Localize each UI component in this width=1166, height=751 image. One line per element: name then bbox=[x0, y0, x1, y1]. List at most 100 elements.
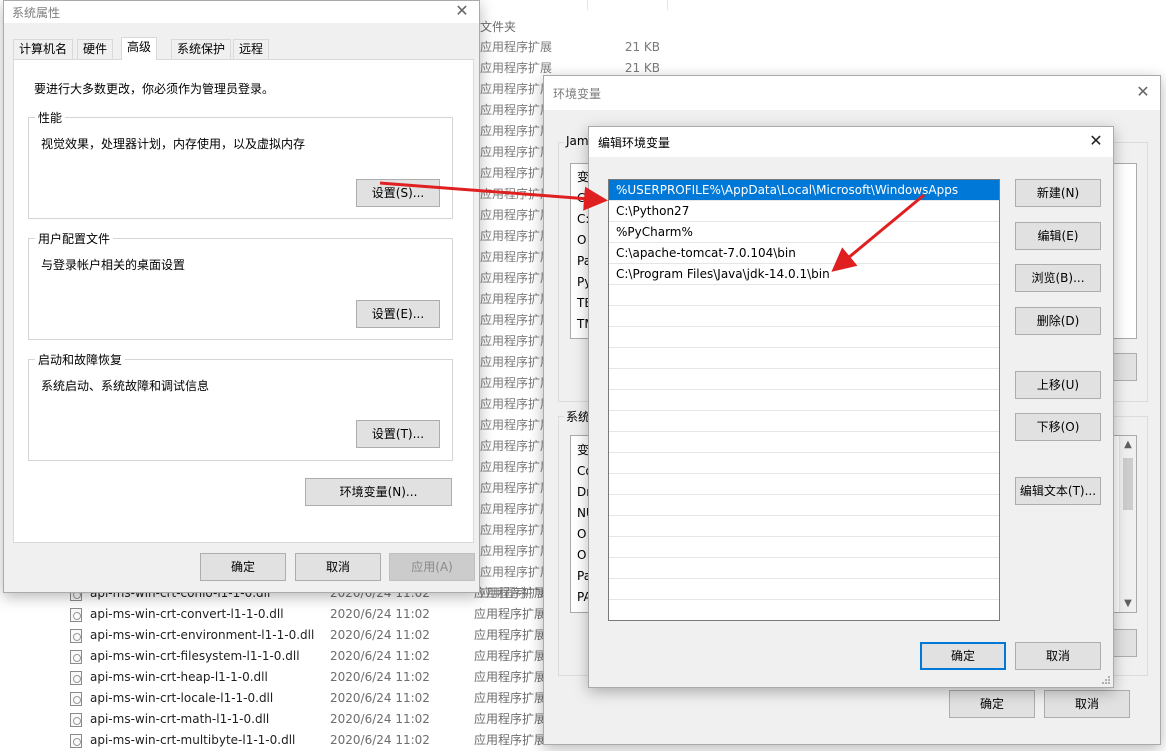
file-name: api-ms-win-crt-filesystem-l1-1-0.dll bbox=[90, 649, 300, 663]
tab-hardware[interactable]: 硬件 bbox=[77, 39, 114, 60]
environment-variables-button[interactable]: 环境变量(N)... bbox=[305, 478, 452, 506]
tab-advanced[interactable]: 高级 bbox=[121, 37, 158, 60]
file-name: api-ms-win-crt-math-l1-1-0.dll bbox=[90, 712, 270, 726]
file-date: 2020/6/24 11:02 bbox=[330, 712, 430, 726]
system-properties-window: 系统属性 ✕ 计算机名 硬件 高级 系统保护 远程 要进行大多数更改，你必须作为… bbox=[3, 0, 480, 593]
empty-path-row[interactable] bbox=[609, 348, 999, 369]
edit-button[interactable]: 编辑(E) bbox=[1015, 222, 1101, 250]
cancel-button[interactable]: 取消 bbox=[295, 553, 381, 581]
path-entry[interactable]: C:\Python27 bbox=[609, 201, 999, 222]
empty-path-row[interactable] bbox=[609, 600, 999, 620]
cancel-button[interactable]: 取消 bbox=[1015, 642, 1101, 670]
new-button[interactable]: 新建(N) bbox=[1015, 179, 1101, 207]
system-vars-scrollbar[interactable]: ▲ ▼ bbox=[1119, 436, 1136, 612]
empty-path-row[interactable] bbox=[609, 516, 999, 537]
ok-button[interactable]: 确定 bbox=[200, 553, 286, 581]
performance-settings-button[interactable]: 设置(S)... bbox=[356, 179, 440, 207]
resize-grip-icon[interactable] bbox=[1101, 675, 1111, 685]
variable-name-cell[interactable]: O bbox=[577, 545, 586, 566]
browse-button[interactable]: 浏览(B)... bbox=[1015, 264, 1101, 292]
folder-type-cell: 文件夹 bbox=[480, 20, 517, 34]
group-description: 视觉效果，处理器计划，内存使用，以及虚拟内存 bbox=[41, 137, 306, 151]
file-name: api-ms-win-crt-locale-l1-1-0.dll bbox=[90, 691, 274, 705]
path-entry-text: C:\Python27 bbox=[616, 204, 690, 218]
type-cell: 应用程序扩展 bbox=[480, 145, 553, 159]
dll-file-icon bbox=[70, 692, 82, 706]
startup-recovery-settings-button[interactable]: 设置(T)... bbox=[356, 420, 440, 448]
dll-file-icon bbox=[70, 629, 82, 643]
empty-path-row[interactable] bbox=[609, 579, 999, 600]
empty-path-row[interactable] bbox=[609, 495, 999, 516]
scroll-thumb[interactable] bbox=[1123, 458, 1133, 510]
apply-button[interactable]: 应用(A) bbox=[389, 553, 475, 581]
path-entries-list[interactable]: %USERPROFILE%\AppData\Local\Microsoft\Wi… bbox=[608, 179, 1000, 621]
file-name: api-ms-win-crt-heap-l1-1-0.dll bbox=[90, 670, 268, 684]
path-entry-text: %PyCharm% bbox=[616, 225, 693, 239]
ok-button[interactable]: 确定 bbox=[949, 690, 1035, 718]
empty-path-row[interactable] bbox=[609, 474, 999, 495]
empty-path-row[interactable] bbox=[609, 390, 999, 411]
type-cell: 应用程序扩展 bbox=[480, 523, 553, 537]
column-divider bbox=[587, 0, 588, 10]
empty-path-row[interactable] bbox=[609, 369, 999, 390]
scroll-down-icon[interactable]: ▼ bbox=[1120, 595, 1136, 612]
empty-path-row[interactable] bbox=[609, 453, 999, 474]
file-date: 2020/6/24 11:02 bbox=[330, 733, 430, 747]
empty-path-row[interactable] bbox=[609, 285, 999, 306]
path-entry-text: C:\apache-tomcat-7.0.104\bin bbox=[616, 246, 796, 260]
type-cell: 应用程序扩展 bbox=[480, 355, 553, 369]
tab-computer-name[interactable]: 计算机名 bbox=[13, 39, 74, 60]
edit-text-button[interactable]: 编辑文本(T)... bbox=[1015, 477, 1101, 505]
file-name: api-ms-win-crt-environment-l1-1-0.dll bbox=[90, 628, 315, 642]
type-cell: 应用程序扩展 bbox=[480, 292, 553, 306]
type-cell: 应用程序扩展 bbox=[480, 208, 553, 222]
variable-name-cell[interactable]: O bbox=[577, 524, 586, 545]
edit-environment-variable-window: 编辑环境变量 ✕ %USERPROFILE%\AppData\Local\Mic… bbox=[588, 126, 1114, 688]
type-cell: 应用程序扩展 bbox=[480, 313, 553, 327]
delete-button[interactable]: 删除(D) bbox=[1015, 307, 1101, 335]
empty-path-row[interactable] bbox=[609, 537, 999, 558]
close-icon[interactable]: ✕ bbox=[449, 0, 475, 25]
type-cell: 应用程序扩展 bbox=[480, 103, 553, 117]
size-cell: 21 KB bbox=[624, 40, 660, 54]
path-entry[interactable]: %PyCharm% bbox=[609, 222, 999, 243]
type-cell: 应用程序扩展 bbox=[480, 124, 553, 138]
type-cell: 应用程序扩展 bbox=[480, 271, 553, 285]
tab-system-protection[interactable]: 系统保护 bbox=[171, 39, 232, 60]
scroll-up-icon[interactable]: ▲ bbox=[1120, 436, 1136, 453]
ok-button[interactable]: 确定 bbox=[920, 642, 1006, 670]
move-up-button[interactable]: 上移(U) bbox=[1015, 371, 1101, 399]
empty-path-row[interactable] bbox=[609, 411, 999, 432]
advanced-tab-page: 要进行大多数更改，你必须作为管理员登录。 性能 视觉效果，处理器计划，内存使用，… bbox=[13, 59, 474, 543]
file-date: 2020/6/24 11:02 bbox=[330, 670, 430, 684]
dll-file-icon bbox=[70, 713, 82, 727]
empty-path-row[interactable] bbox=[609, 327, 999, 348]
file-date: 2020/6/24 11:02 bbox=[330, 649, 430, 663]
dll-file-icon bbox=[70, 650, 82, 664]
window-title: 编辑环境变量 bbox=[598, 136, 671, 150]
tab-remote[interactable]: 远程 bbox=[233, 39, 270, 60]
empty-path-row[interactable] bbox=[609, 558, 999, 579]
move-down-button[interactable]: 下移(O) bbox=[1015, 413, 1101, 441]
path-entry[interactable]: C:\Program Files\Java\jdk-14.0.1\bin bbox=[609, 264, 999, 285]
variable-name-cell[interactable]: O bbox=[577, 230, 586, 251]
title-bar: 环境变量 ✕ bbox=[544, 76, 1160, 110]
cancel-button[interactable]: 取消 bbox=[1044, 690, 1130, 718]
close-icon[interactable]: ✕ bbox=[1083, 129, 1109, 155]
path-entry[interactable]: %USERPROFILE%\AppData\Local\Microsoft\Wi… bbox=[609, 180, 999, 201]
file-name: api-ms-win-crt-convert-l1-1-0.dll bbox=[90, 607, 284, 621]
group-label: 启动和故障恢复 bbox=[35, 351, 126, 368]
type-cell: 应用程序扩展 bbox=[480, 544, 553, 558]
empty-path-row[interactable] bbox=[609, 432, 999, 453]
empty-path-row[interactable] bbox=[609, 306, 999, 327]
path-entry[interactable]: C:\apache-tomcat-7.0.104\bin bbox=[609, 243, 999, 264]
column-divider bbox=[667, 0, 668, 10]
dll-file-icon bbox=[70, 608, 82, 622]
group-label: 性能 bbox=[35, 109, 66, 126]
startup-recovery-group: 启动和故障恢复 系统启动、系统故障和调试信息 设置(T)... bbox=[28, 351, 453, 461]
close-icon[interactable]: ✕ bbox=[1130, 80, 1156, 106]
title-bar: 系统属性 ✕ bbox=[4, 1, 479, 23]
user-variables-label: Jam bbox=[564, 134, 591, 148]
file-date: 2020/6/24 11:02 bbox=[330, 607, 430, 621]
user-profiles-settings-button[interactable]: 设置(E)... bbox=[356, 300, 440, 328]
